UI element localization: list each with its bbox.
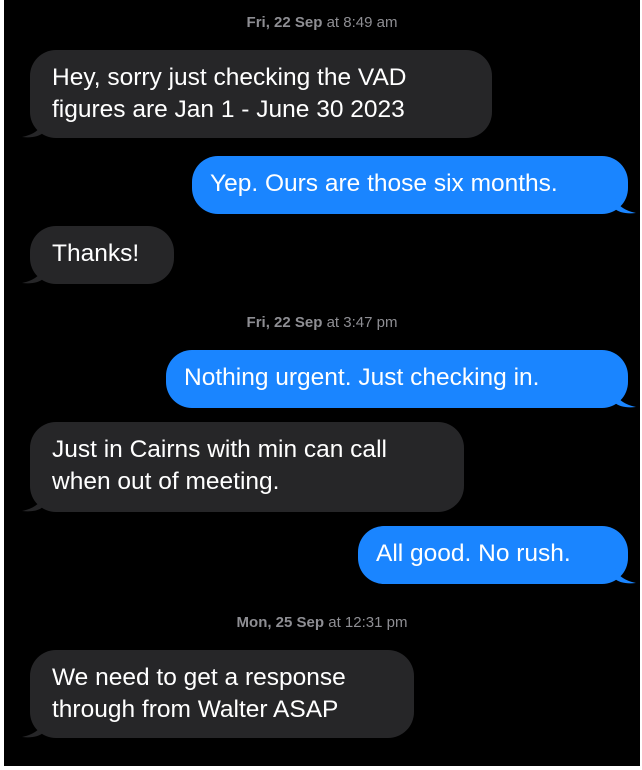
bubble-tail-icon bbox=[614, 564, 636, 584]
bubble-tail-icon bbox=[614, 388, 636, 408]
timestamp-day: Fri, 22 Sep bbox=[246, 14, 323, 31]
timestamp-time: at 3:47 pm bbox=[326, 314, 398, 331]
timestamp: Mon, 25 Sep at 12:31 pm bbox=[4, 614, 640, 632]
bubble-tail-icon bbox=[614, 194, 636, 214]
timestamp: Fri, 22 Sep at 8:49 am bbox=[4, 14, 640, 32]
timestamp-time: at 12:31 pm bbox=[328, 614, 408, 631]
message-line: through from Walter ASAP bbox=[52, 696, 339, 723]
sent-message-bubble[interactable]: All good. No rush. bbox=[358, 526, 636, 584]
message-line: Just in Cairns with min can call bbox=[52, 436, 387, 463]
message-line: All good. No rush. bbox=[376, 540, 571, 567]
timestamp: Fri, 22 Sep at 3:47 pm bbox=[4, 314, 640, 332]
timestamp-day: Mon, 25 Sep bbox=[236, 614, 325, 631]
message-line: Yep. Ours are those six months. bbox=[210, 170, 558, 197]
message-line: when out of meeting. bbox=[52, 468, 280, 495]
bubble-tail-icon bbox=[22, 492, 44, 512]
received-message-bubble[interactable]: Hey, sorry just checking the VAD figures… bbox=[22, 50, 492, 138]
message-line: We need to get a response bbox=[52, 664, 346, 691]
message-line: Hey, sorry just checking the VAD bbox=[52, 64, 407, 91]
message-thread[interactable]: Fri, 22 Sep at 8:49 am Hey, sorry just c… bbox=[4, 0, 640, 766]
bubble-tail-icon bbox=[22, 118, 44, 138]
message-line: figures are Jan 1 - June 30 2023 bbox=[52, 96, 405, 123]
timestamp-day: Fri, 22 Sep bbox=[246, 314, 323, 331]
sent-message-bubble[interactable]: Nothing urgent. Just checking in. bbox=[166, 350, 636, 408]
bubble-tail-icon bbox=[22, 718, 44, 738]
message-line: Nothing urgent. Just checking in. bbox=[184, 364, 540, 391]
bubble-tail-icon bbox=[22, 264, 44, 284]
sent-message-bubble[interactable]: Yep. Ours are those six months. bbox=[192, 156, 636, 214]
message-line: Thanks! bbox=[52, 240, 140, 267]
timestamp-time: at 8:49 am bbox=[326, 14, 398, 31]
received-message-bubble[interactable]: Thanks! bbox=[22, 226, 174, 284]
received-message-bubble[interactable]: Just in Cairns with min can call when ou… bbox=[22, 422, 464, 512]
received-message-bubble[interactable]: We need to get a response through from W… bbox=[22, 650, 414, 738]
